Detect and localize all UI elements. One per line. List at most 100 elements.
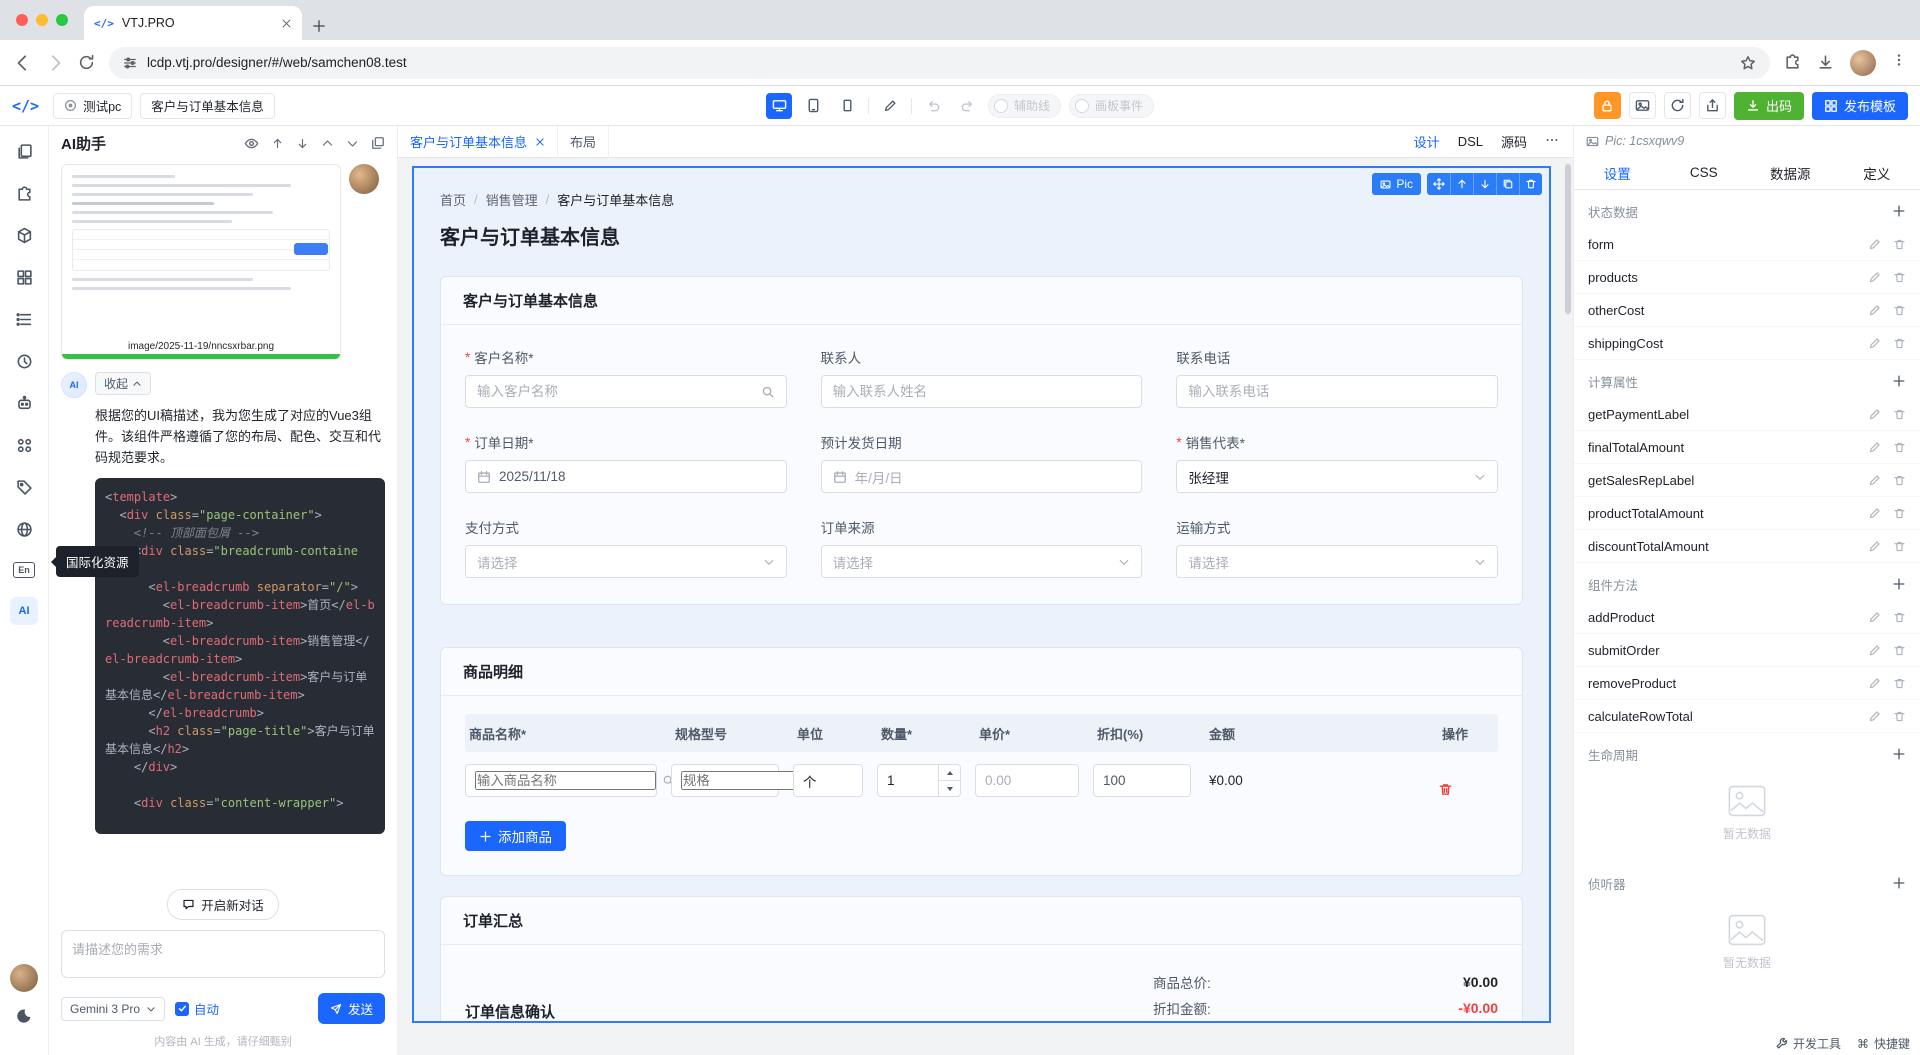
page-chip[interactable]: 客户与订单基本信息 <box>140 92 275 119</box>
customer-name-input[interactable] <box>465 375 787 408</box>
scroll-bottom-icon[interactable] <box>296 137 309 150</box>
discount-input[interactable]: 100 <box>1093 764 1191 797</box>
ai-code-block[interactable]: <template> <div class="page-container"> … <box>95 478 385 835</box>
history-icon[interactable] <box>15 352 33 370</box>
state-item[interactable]: otherCost <box>1574 294 1920 327</box>
add-computed-icon[interactable] <box>1892 374 1906 388</box>
computed-item[interactable]: finalTotalAmount <box>1574 431 1920 464</box>
delete-icon[interactable] <box>1893 304 1906 317</box>
unit-input[interactable]: 个 <box>793 764 863 797</box>
attachment-thumbnail[interactable]: image/2025-11-19/nncsxrbar.png <box>61 164 341 360</box>
canvas-scrollbar[interactable] <box>1565 164 1571 314</box>
back-button[interactable] <box>14 54 32 72</box>
design-page[interactable]: Pic 首页 / 销售管理 / 客户与订单基本信息 客户与订单基本信息 客户与订… <box>412 166 1551 1023</box>
edit-icon[interactable] <box>1868 337 1881 350</box>
method-item[interactable]: submitOrder <box>1574 634 1920 667</box>
send-button[interactable]: 发送 <box>317 993 385 1024</box>
spec-input[interactable] <box>671 764 862 797</box>
url-text[interactable]: lcdp.vtj.pro/designer/#/web/samchen08.te… <box>147 55 1730 70</box>
delete-icon[interactable] <box>1893 507 1906 520</box>
materials-icon[interactable] <box>15 268 33 286</box>
model-select[interactable]: Gemini 3 Pro <box>61 996 166 1021</box>
refresh-button[interactable] <box>1663 92 1691 119</box>
edit-icon[interactable] <box>1868 271 1881 284</box>
url-bar[interactable]: lcdp.vtj.pro/designer/#/web/samchen08.te… <box>109 46 1770 79</box>
tab-close-icon[interactable] <box>281 18 292 29</box>
auto-checkbox[interactable]: 自动 <box>175 999 219 1018</box>
state-item[interactable]: products <box>1574 261 1920 294</box>
window-close-button[interactable] <box>16 14 28 26</box>
computed-item[interactable]: productTotalAmount <box>1574 497 1920 530</box>
breadcrumb-home[interactable]: 首页 <box>440 190 466 209</box>
delete-icon[interactable] <box>1893 710 1906 723</box>
prompt-input[interactable] <box>61 930 385 978</box>
lock-button[interactable] <box>1593 92 1621 119</box>
payment-select[interactable]: 请选择 <box>465 545 787 578</box>
desktop-view-button[interactable] <box>765 92 792 119</box>
delete-row-icon[interactable] <box>1438 764 1498 797</box>
screenshot-button[interactable] <box>1628 92 1656 119</box>
product-name-input[interactable] <box>465 764 674 797</box>
edit-icon[interactable] <box>1868 710 1881 723</box>
add-product-button[interactable]: 添加商品 <box>465 821 566 851</box>
edit-pencil-button[interactable] <box>877 93 903 119</box>
delete-icon[interactable] <box>1893 441 1906 454</box>
reload-button[interactable] <box>78 54 95 71</box>
add-watcher-icon[interactable] <box>1892 876 1906 890</box>
panel-pin-icon[interactable] <box>371 136 385 150</box>
method-item[interactable]: removeProduct <box>1574 667 1920 700</box>
globe-icon[interactable] <box>15 520 33 538</box>
stepper-up-icon[interactable] <box>939 765 960 781</box>
codegen-button[interactable]: 出码 <box>1733 91 1804 120</box>
delete-icon[interactable] <box>1893 474 1906 487</box>
components-icon[interactable] <box>15 184 33 202</box>
canvas-events-toggle[interactable]: 画板事件 <box>1069 93 1155 118</box>
edit-icon[interactable] <box>1868 611 1881 624</box>
edit-icon[interactable] <box>1868 474 1881 487</box>
edit-icon[interactable] <box>1868 540 1881 553</box>
dark-mode-icon[interactable] <box>16 1008 32 1029</box>
delete-icon[interactable] <box>1893 408 1906 421</box>
robot-icon[interactable] <box>15 394 33 412</box>
plugins-icon[interactable] <box>15 478 33 496</box>
delete-icon[interactable] <box>1893 238 1906 251</box>
computed-item[interactable]: discountTotalAmount <box>1574 530 1920 563</box>
quantity-stepper[interactable]: 1 <box>877 764 961 797</box>
extensions-icon[interactable] <box>1784 54 1801 71</box>
delete-icon[interactable] <box>1893 271 1906 284</box>
tablet-view-button[interactable] <box>800 93 826 119</box>
shortcuts-link[interactable]: ⌘ 快捷键 <box>1857 1035 1910 1052</box>
state-item[interactable]: shippingCost <box>1574 327 1920 360</box>
delete-icon[interactable] <box>1893 611 1906 624</box>
move-up-icon[interactable] <box>1450 173 1473 195</box>
order-date-picker[interactable]: 2025/11/18 <box>465 460 787 493</box>
add-lifecycle-icon[interactable] <box>1892 747 1906 761</box>
devtools-link[interactable]: 开发工具 <box>1775 1035 1841 1052</box>
guides-toggle[interactable]: 辅助线 <box>987 93 1061 118</box>
ai-assistant-icon[interactable]: AI <box>10 597 38 625</box>
site-controls-icon[interactable] <box>123 56 137 70</box>
shipping-method-select[interactable]: 请选择 <box>1176 545 1498 578</box>
method-item[interactable]: addProduct <box>1574 601 1920 634</box>
forward-button[interactable] <box>46 54 64 72</box>
layout-tab[interactable]: 布局 <box>558 125 610 158</box>
edit-icon[interactable] <box>1868 677 1881 690</box>
sales-rep-select[interactable]: 张经理 <box>1176 460 1498 493</box>
outline-icon[interactable] <box>15 310 33 328</box>
ship-date-picker[interactable]: 年/月/日 <box>820 460 1143 493</box>
breadcrumb-sales[interactable]: 销售管理 <box>486 190 538 209</box>
edit-icon[interactable] <box>1868 644 1881 657</box>
delete-icon[interactable] <box>1893 644 1906 657</box>
method-item[interactable]: calculateRowTotal <box>1574 700 1920 733</box>
order-source-select[interactable]: 请选择 <box>820 545 1143 578</box>
collapse-down-icon[interactable] <box>346 137 359 150</box>
scroll-top-icon[interactable] <box>271 137 284 150</box>
apps-icon[interactable] <box>15 436 33 454</box>
browser-tab[interactable]: </> VTJ.PRO <box>84 6 302 40</box>
tab-settings[interactable]: 设置 <box>1574 156 1661 189</box>
profile-avatar[interactable] <box>1850 49 1876 76</box>
user-avatar[interactable] <box>10 964 38 992</box>
redo-button[interactable] <box>954 93 980 119</box>
tab-css[interactable]: CSS <box>1661 156 1748 189</box>
publish-template-button[interactable]: 发布模板 <box>1811 91 1908 120</box>
